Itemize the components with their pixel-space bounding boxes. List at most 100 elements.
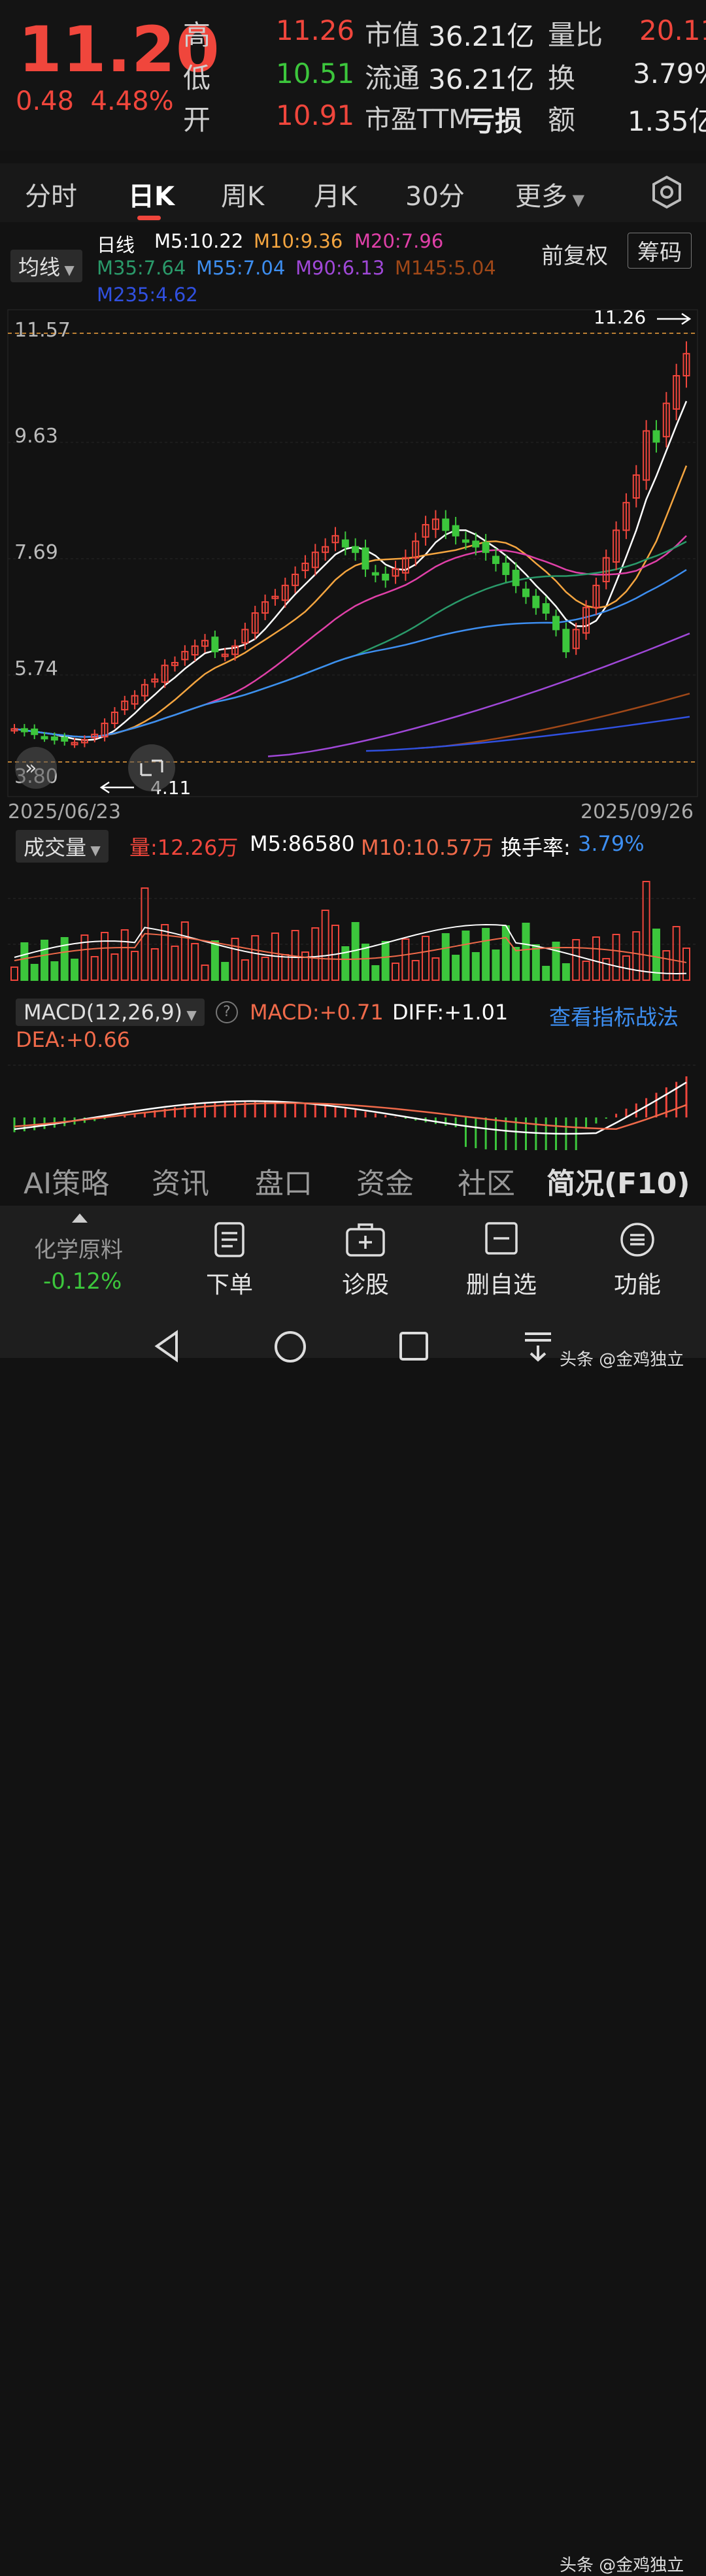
home-icon[interactable] [273,1330,307,1364]
tab-weekly-k[interactable]: 周K [221,175,264,213]
volume-bar [602,958,611,981]
y-tick: 11.57 [14,319,71,342]
candle-body [20,728,28,733]
volume-m10: M10:10.57万 [361,835,494,860]
ma-selector-label: 均线 [18,255,61,280]
order-label: 下单 [205,1272,253,1298]
vol-ratio-value: 20.11 [639,14,706,46]
macd-histogram [13,1076,688,1150]
candle-body [442,518,450,531]
volume-bar [10,966,18,981]
volume-selector[interactable]: 成交量 ▼ [16,830,109,863]
mcap-value: 36.21亿 [428,20,535,52]
ma-selector[interactable]: 均线 ▼ [10,250,82,282]
candle-body [211,636,219,653]
ma55-value: M55:7.04 [196,257,286,279]
ma-line [267,633,690,757]
help-icon[interactable]: ? [216,1001,238,1023]
caret-down-icon: ▼ [182,1007,197,1023]
watermark-text: 头条 @金鸡独立 [560,1350,684,1370]
max-marker-label: 11.26 [594,307,646,328]
tab-30min[interactable]: 30分 [405,175,465,213]
ma-line [365,716,690,752]
open-label: 开 [183,104,211,136]
tab-news[interactable]: 资讯 [152,1160,209,1202]
kline-chart[interactable]: 11.57 9.63 7.69 5.74 3.80 11.26 4.11 » [0,307,706,823]
functions-label: 功能 [613,1272,661,1298]
volume-bar [632,931,641,981]
volume-bar [180,921,189,981]
candle-body [382,573,390,581]
macd-selector[interactable]: MACD(12,26,9) ▼ [16,999,205,1026]
caret-up-icon [72,1214,88,1223]
volume-selector-label: 成交量 [24,835,87,860]
candle-body [532,595,540,608]
tab-ai-strategy[interactable]: AI策略 [24,1160,109,1202]
ma-line [418,693,690,750]
volume-bar [662,950,671,981]
volume-bar [71,959,79,981]
macd-selector-label: MACD(12,26,9) [24,1000,183,1025]
diagnose-button[interactable]: 诊股 [316,1221,414,1300]
macd-chart[interactable] [0,1052,706,1150]
volume-bar [531,944,540,981]
candle-body [492,555,499,565]
indicator-tactics-link[interactable]: 查看指标战法 [549,1000,679,1031]
adjust-mode-button[interactable]: 前复权 [541,238,608,270]
volume-bar [50,961,59,981]
period-tabs: 分时 日K 周K 月K 30分 更多 ▼ [0,163,706,222]
volume-bars [10,881,690,981]
volume-bar [90,956,99,981]
low-label: 低 [183,62,211,94]
tab-daily-k[interactable]: 日K [128,175,175,213]
volume-value: 量:12.26万 [129,835,239,860]
date-end: 2025/09/26 [580,801,694,823]
order-button[interactable]: 下单 [180,1221,278,1300]
candle-body [462,539,469,543]
change-value: 0.48 [16,86,75,116]
volume-bar [161,924,169,981]
sector-name[interactable]: 化学原料 [34,1232,123,1264]
ma5-value: M5:10.22 [154,230,244,252]
ma20-value: M20:7.96 [354,230,444,252]
volume-bar [501,925,510,981]
candle-body [552,616,560,631]
candles [10,341,690,748]
candle-body [341,539,349,548]
volume-bar [191,943,199,981]
candle-body [472,540,480,548]
volume-bar [441,933,450,981]
caret-down-icon: ▼ [60,262,75,278]
diff-value: DIFF:+1.01 [392,1000,509,1025]
tab-more-label: 更多 [515,182,567,212]
volume-bar [251,935,260,981]
volume-bar [150,948,159,981]
ma-lines [14,401,690,757]
tab-monthly-k[interactable]: 月K [314,175,357,213]
remove-watchlist-button[interactable]: 删自选 [452,1221,550,1300]
volume-chart[interactable] [0,859,706,983]
tab-profile-f10[interactable]: 简况(F10) [546,1160,690,1202]
volume-bar [41,940,49,981]
settings-hexagon-icon[interactable] [650,175,684,209]
volume-bar [221,962,229,981]
ma-title: 日线 [97,234,135,256]
volume-bar [462,931,470,981]
tab-community[interactable]: 社区 [458,1160,515,1202]
volume-bar [131,951,139,981]
bottom-action-bar: 化学原料 -0.12% 下单 诊股 删自选 功能 头条 @金鸡独立 [0,1206,706,2575]
tab-order-book[interactable]: 盘口 [255,1160,312,1202]
candle-body [502,563,510,575]
volume-bar [431,957,440,981]
volume-bar [612,934,620,981]
volume-bar [482,928,490,981]
ma-line [14,401,688,741]
ma145-value: M145:5.04 [395,257,496,279]
tab-intraday[interactable]: 分时 [25,175,77,213]
chips-button[interactable]: 筹码 [628,233,692,269]
ma35-value: M35:7.64 [97,257,186,279]
tab-more[interactable]: 更多 ▼ [515,175,584,213]
tab-funds[interactable]: 资金 [356,1160,414,1202]
functions-button[interactable]: 功能 [588,1221,686,1300]
volume-bar [672,926,681,981]
